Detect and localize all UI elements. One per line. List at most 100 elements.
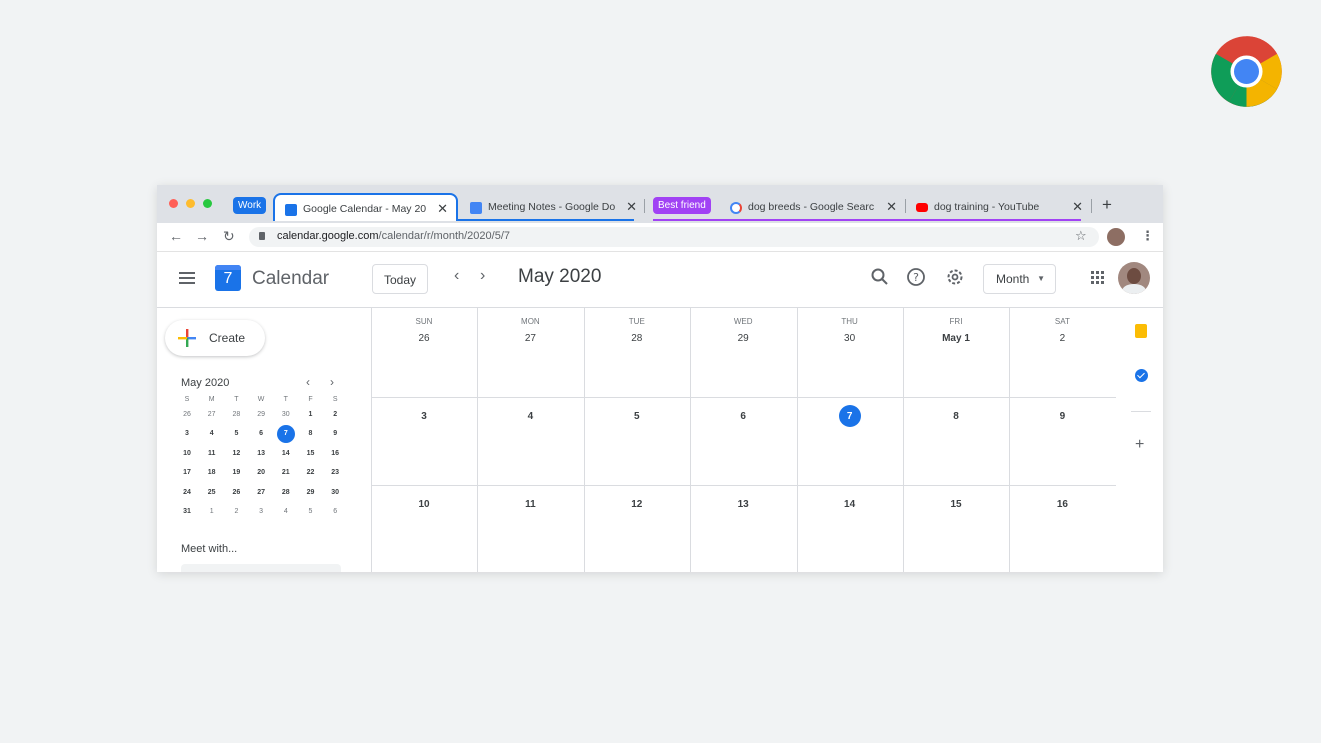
new-tab-button[interactable]: + — [1102, 195, 1112, 215]
mini-day[interactable]: 19 — [224, 469, 248, 476]
mini-day[interactable]: 9 — [323, 430, 347, 437]
day-cell[interactable] — [371, 308, 477, 397]
day-number[interactable]: 30 — [797, 333, 903, 344]
close-icon[interactable]: ✕ — [626, 199, 637, 215]
tab-group-best-friend[interactable]: Best friend — [653, 197, 711, 214]
mini-day[interactable]: 13 — [249, 450, 273, 457]
mini-day[interactable]: 20 — [249, 469, 273, 476]
mini-day[interactable]: 1 — [200, 508, 224, 515]
day-number[interactable]: 3 — [371, 411, 477, 422]
keep-icon[interactable] — [1135, 324, 1147, 338]
mini-day[interactable]: 2 — [323, 411, 347, 418]
tab-dog-breeds[interactable]: dog breeds - Google Searc ✕ — [720, 193, 905, 221]
today-button[interactable]: Today — [372, 264, 428, 294]
mini-day[interactable]: 28 — [274, 489, 298, 496]
previous-period-icon[interactable]: ‹ — [454, 267, 459, 285]
mini-day[interactable]: 23 — [323, 469, 347, 476]
mini-day[interactable]: 31 — [175, 508, 199, 515]
day-cell[interactable] — [903, 308, 1009, 397]
create-button[interactable]: Create — [165, 320, 265, 356]
mini-day[interactable]: 5 — [224, 430, 248, 437]
tasks-icon[interactable] — [1135, 369, 1148, 382]
mini-day[interactable]: 8 — [299, 430, 323, 437]
mini-day[interactable]: 6 — [249, 430, 273, 437]
mini-day[interactable]: 17 — [175, 469, 199, 476]
mini-day[interactable]: 25 — [200, 489, 224, 496]
mini-day[interactable]: 24 — [175, 489, 199, 496]
day-cell[interactable] — [690, 308, 796, 397]
mini-day[interactable]: 30 — [323, 489, 347, 496]
close-window-button[interactable] — [169, 199, 178, 208]
day-number[interactable]: 14 — [797, 499, 903, 510]
reload-icon[interactable]: ↻ — [223, 228, 235, 245]
account-avatar[interactable] — [1118, 262, 1150, 294]
day-number[interactable]: 8 — [903, 411, 1009, 422]
mini-day[interactable]: 18 — [200, 469, 224, 476]
day-number[interactable]: 15 — [903, 499, 1009, 510]
day-number[interactable]: 10 — [371, 499, 477, 510]
profile-avatar[interactable] — [1107, 228, 1125, 246]
mini-day[interactable]: 15 — [299, 450, 323, 457]
day-number[interactable]: 4 — [477, 411, 583, 422]
mini-day[interactable]: 4 — [274, 508, 298, 515]
day-number[interactable]: 29 — [690, 333, 796, 344]
search-people-input[interactable] — [181, 564, 341, 572]
mini-day[interactable]: 1 — [299, 411, 323, 418]
mini-day[interactable]: 5 — [299, 508, 323, 515]
tab-group-work[interactable]: Work — [233, 197, 267, 214]
mini-day[interactable]: 3 — [175, 430, 199, 437]
mini-day[interactable]: 28 — [224, 411, 248, 418]
maximize-window-button[interactable] — [203, 199, 212, 208]
next-period-icon[interactable]: › — [480, 267, 485, 285]
mini-day[interactable]: 30 — [274, 411, 298, 418]
day-number[interactable]: 5 — [584, 411, 690, 422]
day-cell[interactable] — [584, 308, 690, 397]
mini-day[interactable]: 12 — [224, 450, 248, 457]
chrome-menu-icon[interactable]: ⋮ — [1141, 228, 1154, 244]
app-title[interactable]: Calendar — [252, 268, 329, 290]
close-icon[interactable]: ✕ — [437, 201, 448, 217]
day-number[interactable]: 12 — [584, 499, 690, 510]
mini-day[interactable]: 11 — [200, 450, 224, 457]
day-cell[interactable] — [477, 308, 583, 397]
mini-day[interactable]: 21 — [274, 469, 298, 476]
search-icon[interactable] — [870, 267, 890, 287]
apps-grid-icon[interactable] — [1091, 271, 1105, 285]
add-addon-icon[interactable]: + — [1135, 436, 1144, 454]
mini-day[interactable]: 7 — [274, 430, 298, 437]
mini-day[interactable]: 29 — [299, 489, 323, 496]
day-number[interactable]: 6 — [690, 411, 796, 422]
mini-day[interactable]: 22 — [299, 469, 323, 476]
day-cell[interactable] — [1009, 308, 1115, 397]
day-number[interactable]: 26 — [371, 333, 477, 344]
day-number[interactable]: 13 — [690, 499, 796, 510]
mini-day[interactable]: 14 — [274, 450, 298, 457]
day-cell[interactable] — [797, 308, 903, 397]
tab-google-calendar[interactable]: Google Calendar - May 20 ✕ — [273, 193, 458, 221]
help-icon[interactable]: ? — [906, 267, 926, 287]
mini-day[interactable]: 10 — [175, 450, 199, 457]
mini-day[interactable]: 3 — [249, 508, 273, 515]
tab-dog-training[interactable]: dog training - YouTube ✕ — [906, 193, 1091, 221]
mini-next-month-icon[interactable]: › — [330, 375, 334, 389]
day-number[interactable]: 28 — [584, 333, 690, 344]
mini-day[interactable]: 6 — [323, 508, 347, 515]
tab-meeting-notes[interactable]: Meeting Notes - Google Do ✕ — [460, 193, 645, 221]
mini-day[interactable]: 2 — [224, 508, 248, 515]
minimize-window-button[interactable] — [186, 199, 195, 208]
bookmark-star-icon[interactable]: ☆ — [1075, 228, 1087, 244]
back-icon[interactable]: ← — [169, 228, 183, 244]
mini-day[interactable]: 26 — [175, 411, 199, 418]
main-menu-icon[interactable] — [179, 272, 195, 284]
day-number[interactable]: 7 — [797, 411, 903, 422]
settings-gear-icon[interactable] — [945, 267, 965, 287]
mini-day[interactable]: 27 — [200, 411, 224, 418]
day-number[interactable]: 9 — [1009, 411, 1115, 422]
day-number[interactable]: 11 — [477, 499, 583, 510]
address-bar[interactable]: calendar.google.com/calendar/r/month/202… — [249, 227, 1099, 247]
mini-day[interactable]: 26 — [224, 489, 248, 496]
mini-prev-month-icon[interactable]: ‹ — [306, 375, 310, 389]
forward-icon[interactable]: → — [195, 228, 209, 244]
day-number[interactable]: 27 — [477, 333, 583, 344]
close-icon[interactable]: ✕ — [1072, 199, 1083, 215]
